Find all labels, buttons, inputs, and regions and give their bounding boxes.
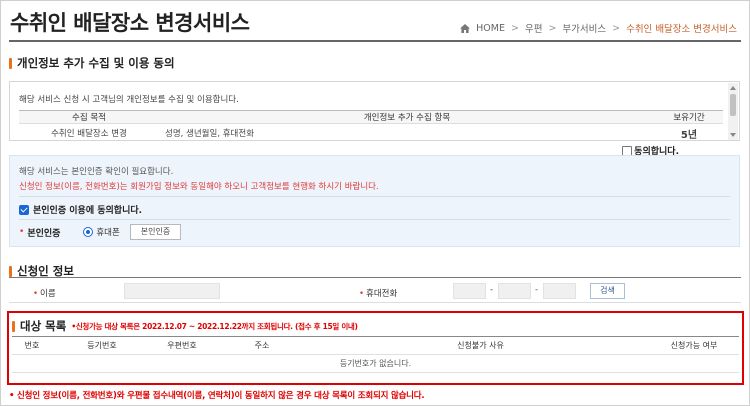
auth-method-label: 본인인증: [27, 228, 61, 239]
breadcrumb-separator: >: [612, 22, 621, 34]
scroll-down-icon[interactable]: [730, 133, 736, 137]
scroll-thumb[interactable]: [730, 94, 736, 116]
phone-field-1[interactable]: [453, 283, 486, 299]
title-divider: [9, 40, 741, 42]
breadcrumb-separator: >: [510, 22, 519, 34]
name-field[interactable]: [124, 283, 220, 299]
divider: [19, 196, 730, 197]
breadcrumb-home[interactable]: HOME: [476, 23, 505, 34]
scroll-up-icon[interactable]: [730, 86, 736, 90]
divider: [19, 219, 730, 220]
applicant-row: • 이름 • 휴대전화 - - 검색: [9, 279, 741, 303]
breadcrumb-separator: >: [548, 22, 557, 34]
breadcrumb-item-addon[interactable]: 부가서비스: [562, 21, 606, 35]
auth-method-row: • 본인인증 휴대폰 본인인증: [19, 224, 182, 240]
auth-notice: 해당 서비스는 본인인증 확인이 필요합니다.: [19, 167, 174, 177]
target-heading: 대상 목록 •신청가능 대상 목록은 2022.12.07 ~ 2022.12.…: [12, 318, 358, 334]
search-button[interactable]: 검색: [590, 283, 625, 299]
section-marker-icon: [9, 265, 12, 277]
column-header: 개인정보 추가 수집 항목: [159, 110, 655, 124]
required-mark: •: [33, 289, 39, 299]
identity-verification-box: 해당 서비스는 본인인증 확인이 필요합니다. 신청인 정보(이름, 전화번호)…: [9, 155, 740, 247]
phone-field-3[interactable]: [543, 283, 576, 299]
period-cell: 5년: [655, 123, 723, 140]
divider: [9, 277, 741, 278]
column-header: 우편번호: [152, 338, 212, 355]
required-mark: •: [19, 227, 25, 237]
target-table: 번호 등기번호 우편번호 주소 신청불가 사유 신청가능 여부 등기번호가 없습…: [12, 338, 739, 373]
auth-consent[interactable]: 본인인증 이용에 동의합니다.: [19, 203, 142, 216]
required-mark: •: [359, 289, 365, 299]
phone-radio[interactable]: [83, 227, 94, 237]
target-date-note: •신청가능 대상 목록은 2022.12.07 ~ 2022.12.22까지 조…: [71, 321, 358, 331]
section-marker-icon: [12, 320, 15, 332]
footer-warning: • 신청인 정보(이름, 전화번호)와 우편물 접수내역(이름, 연락처)이 동…: [9, 391, 425, 401]
table-row: 등기번호가 없습니다.: [12, 354, 739, 373]
column-header: 번호: [12, 338, 52, 355]
auth-consent-checkbox[interactable]: [19, 204, 29, 215]
column-header: 수집 목적: [19, 110, 159, 124]
target-heading-text: 대상 목록: [20, 319, 67, 333]
auth-consent-label: 본인인증 이용에 동의합니다.: [33, 206, 143, 216]
empty-message: 등기번호가 없습니다.: [12, 354, 739, 373]
phone-dash: -: [490, 285, 494, 295]
page: 수취인 배달장소 변경서비스 HOME > 우편 > 부가서비스 > 수취인 배…: [0, 0, 750, 406]
section-marker-icon: [9, 57, 12, 69]
table-row: 수취인 배달장소 변경 성명, 생년월일, 휴대전화 5년: [19, 123, 723, 140]
breadcrumb-item-post[interactable]: 우편: [525, 21, 542, 35]
privacy-intro: 해당 서비스 신청 시 고객님의 개인정보를 수집 및 이용합니다.: [19, 95, 239, 105]
home-icon[interactable]: [460, 23, 471, 33]
column-header: 신청불가 사유: [312, 338, 649, 355]
privacy-scrollbar[interactable]: [728, 83, 738, 140]
breadcrumb: HOME > 우편 > 부가서비스 > 수취인 배달장소 변경서비스: [460, 21, 737, 35]
phone-label-text: 휴대전화: [366, 289, 398, 299]
auth-warning: 신청인 정보(이름, 전화번호)는 회원가입 정보와 동일해야 하오니 고객정보…: [19, 182, 379, 192]
privacy-table: 수집 목적 개인정보 추가 수집 항목 보유기간 수취인 배달장소 변경 성명,…: [19, 110, 723, 140]
name-label-text: 이름: [40, 289, 56, 299]
column-header: 보유기간: [655, 110, 723, 124]
phone-dash: -: [535, 285, 539, 295]
items-cell: 성명, 생년월일, 휴대전화: [159, 123, 655, 140]
divider: [12, 336, 739, 337]
column-header: 신청가능 여부: [649, 338, 739, 355]
privacy-agree-checkbox[interactable]: [622, 145, 633, 156]
phone-radio-label[interactable]: 휴대폰: [96, 226, 119, 238]
target-list-section: 대상 목록 •신청가능 대상 목록은 2022.12.07 ~ 2022.12.…: [7, 311, 744, 385]
column-header: 주소: [212, 338, 312, 355]
column-header: 등기번호: [52, 338, 152, 355]
page-title: 수취인 배달장소 변경서비스: [10, 11, 250, 35]
phone-label: • 휴대전화: [359, 287, 397, 299]
phone-field-2[interactable]: [498, 283, 531, 299]
breadcrumb-current: 수취인 배달장소 변경서비스: [626, 24, 737, 35]
privacy-heading: 개인정보 추가 수집 및 이용 동의: [9, 55, 175, 71]
privacy-terms-box[interactable]: 해당 서비스 신청 시 고객님의 개인정보를 수집 및 이용합니다. 수집 목적…: [9, 81, 740, 141]
verify-button[interactable]: 본인인증: [129, 224, 182, 240]
purpose-cell: 수취인 배달장소 변경: [19, 123, 159, 140]
name-label: • 이름: [33, 287, 56, 299]
privacy-heading-text: 개인정보 추가 수집 및 이용 동의: [17, 56, 175, 70]
